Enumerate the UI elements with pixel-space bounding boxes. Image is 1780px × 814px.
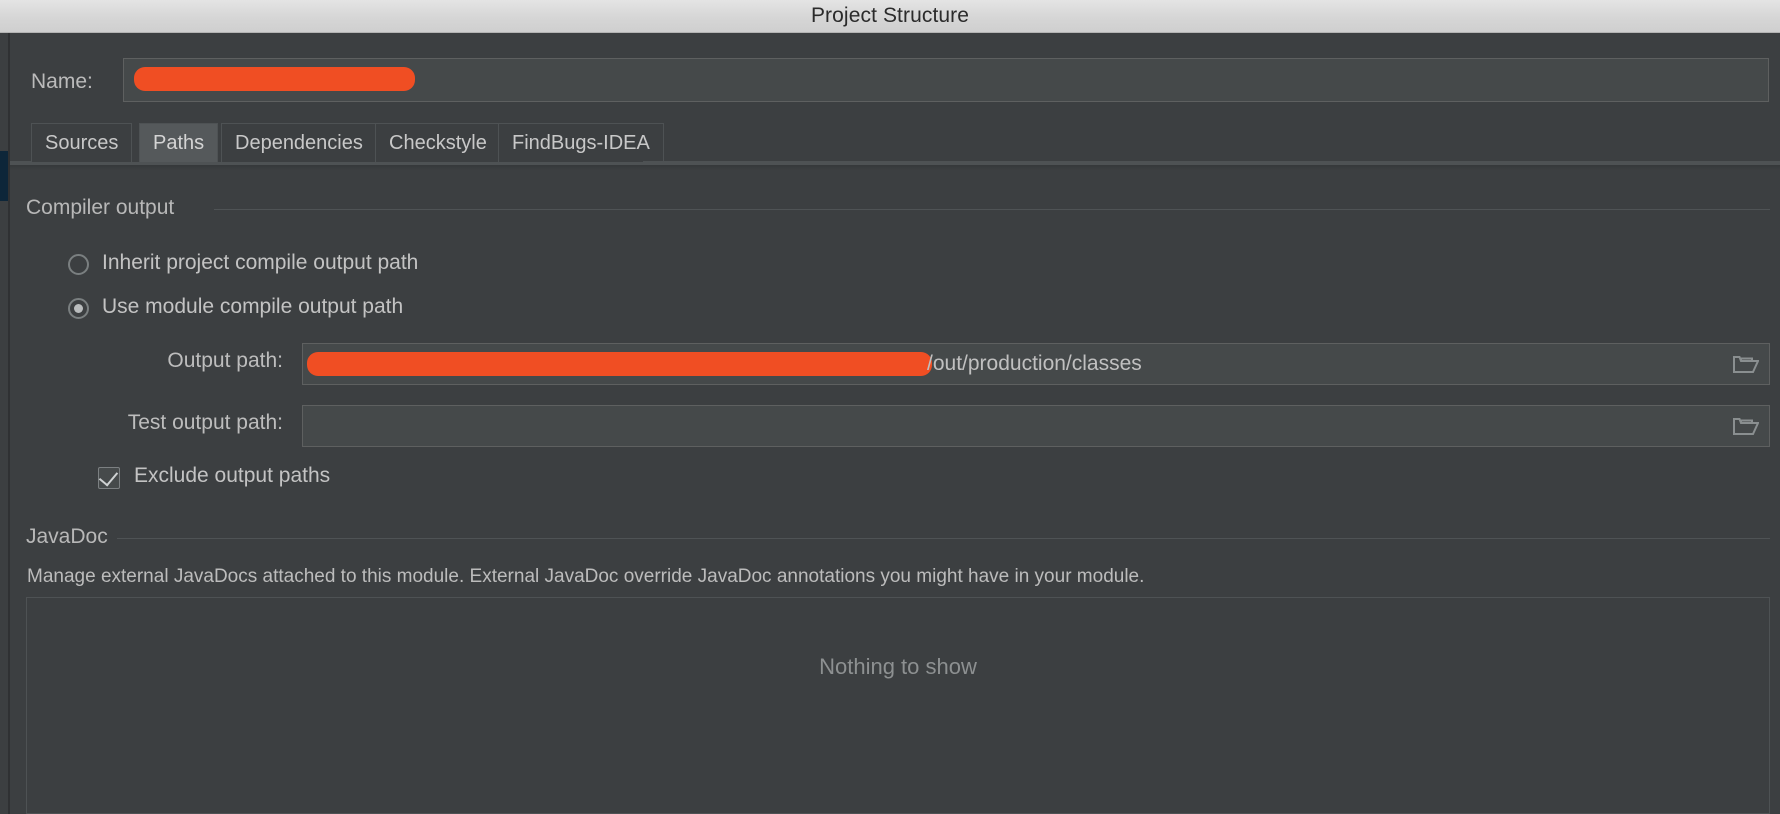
section-title-javadoc: JavaDoc xyxy=(26,525,108,549)
section-rule-javadoc xyxy=(117,538,1770,539)
tab-filler-right xyxy=(643,123,1780,162)
window-title: Project Structure xyxy=(0,0,1780,32)
sidebar-selected-indicator[interactable] xyxy=(0,151,8,201)
section-title-compiler-output: Compiler output xyxy=(26,196,174,220)
test-output-path-input[interactable] xyxy=(302,405,1770,447)
tab-bar: Sources Paths Dependencies Checkstyle Fi… xyxy=(10,123,1780,165)
name-input[interactable] xyxy=(123,58,1769,102)
output-path-label: Output path: xyxy=(70,349,283,373)
radio-inherit-project-output[interactable] xyxy=(68,254,89,275)
project-structure-window: Project Structure Name: Sources Paths De… xyxy=(0,0,1780,814)
radio-use-module-output[interactable] xyxy=(68,298,89,319)
javadoc-description: Manage external JavaDocs attached to thi… xyxy=(27,566,1144,588)
output-path-value: /out/production/classes xyxy=(927,344,1142,384)
name-row: Name: xyxy=(10,58,1780,110)
tab-dependencies[interactable]: Dependencies xyxy=(221,123,377,162)
output-path-input[interactable]: /out/production/classes xyxy=(302,343,1770,385)
section-rule-compiler-output xyxy=(214,209,1770,210)
javadoc-empty-text: Nothing to show xyxy=(27,654,1769,680)
radio-label-inherit-project-output: Inherit project compile output path xyxy=(102,251,418,275)
title-bar: Project Structure xyxy=(0,0,1780,33)
name-label: Name: xyxy=(31,70,93,94)
tab-underline-shadow xyxy=(10,165,1780,170)
tab-sources[interactable]: Sources xyxy=(31,123,132,162)
test-output-path-label: Test output path: xyxy=(70,411,283,435)
sidebar-strip xyxy=(0,33,8,814)
output-path-redaction-bar xyxy=(307,352,932,376)
open-folder-icon[interactable] xyxy=(1733,416,1759,436)
open-folder-icon[interactable] xyxy=(1733,354,1759,374)
name-redaction-bar xyxy=(134,67,415,91)
tab-paths[interactable]: Paths xyxy=(139,123,218,162)
checkbox-exclude-output-paths[interactable] xyxy=(98,467,120,489)
tab-filler-left xyxy=(10,123,31,162)
radio-label-use-module-output: Use module compile output path xyxy=(102,295,403,319)
javadoc-list[interactable]: Nothing to show xyxy=(26,597,1770,814)
checkbox-label-exclude-output-paths: Exclude output paths xyxy=(134,464,330,488)
paths-panel: Name: Sources Paths Dependencies Checkst… xyxy=(10,33,1780,814)
tab-checkstyle[interactable]: Checkstyle xyxy=(375,123,501,162)
tab-findbugs-idea[interactable]: FindBugs-IDEA xyxy=(498,123,664,162)
